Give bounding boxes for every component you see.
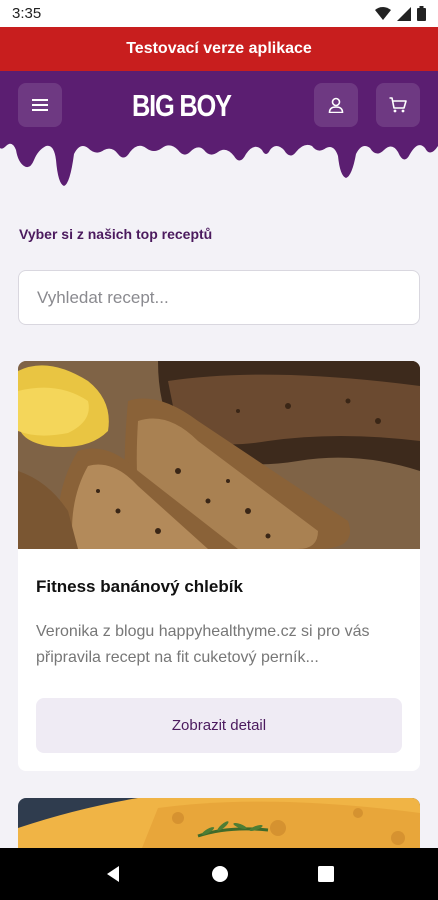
status-icons	[375, 6, 426, 21]
account-button[interactable]	[314, 83, 358, 127]
cart-icon	[389, 97, 407, 113]
big-boy-logo[interactable]: BIG BOY	[128, 87, 248, 125]
back-icon[interactable]	[104, 865, 122, 883]
signal-icon	[397, 6, 411, 21]
recipe-title: Fitness banánový chlebík	[36, 577, 243, 596]
logo-text: BIG BOY	[132, 88, 232, 123]
battery-icon	[417, 6, 426, 21]
status-bar: 3:35	[0, 0, 438, 27]
hamburger-icon	[32, 99, 48, 111]
cart-button[interactable]	[376, 83, 420, 127]
recents-icon[interactable]	[317, 866, 334, 882]
section-title: Vyber si z našich top receptů	[19, 226, 213, 242]
menu-button[interactable]	[18, 83, 62, 127]
show-detail-button[interactable]: Zobrazit detail	[36, 698, 402, 753]
user-icon	[328, 97, 344, 113]
home-icon[interactable]	[211, 865, 229, 883]
recipe-description: Veronika z blogu happyhealthyme.cz si pr…	[36, 623, 370, 666]
wifi-icon	[375, 6, 391, 20]
system-navigation-bar	[0, 848, 438, 900]
banana-bread-image	[18, 361, 420, 549]
recipe-card[interactable]: Fitness banánový chlebík Veronika z blog…	[18, 361, 420, 771]
recipe-search-input[interactable]	[18, 270, 420, 325]
header-drip-decoration	[0, 136, 438, 186]
app-header: BIG BOY	[0, 71, 438, 137]
status-time: 3:35	[12, 5, 42, 22]
test-version-banner: Testovací verze aplikace	[0, 27, 438, 71]
